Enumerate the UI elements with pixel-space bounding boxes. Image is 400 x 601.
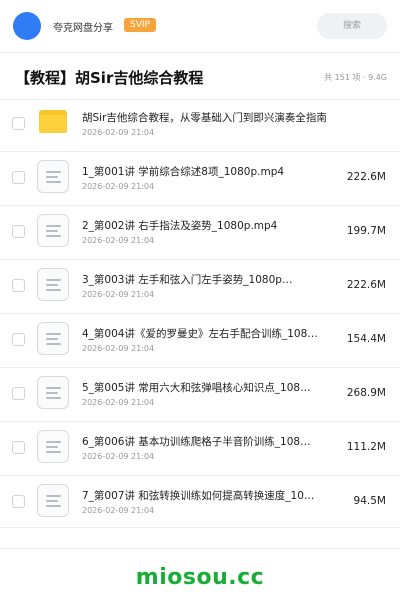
item-date: 2026-02-09 21:04 xyxy=(82,182,155,191)
select-checkbox[interactable] xyxy=(12,441,25,454)
page-title: 【教程】胡Sir吉他综合教程 xyxy=(15,69,204,87)
item-size: 268.9M xyxy=(346,387,386,399)
select-checkbox[interactable] xyxy=(12,333,25,346)
item-name: 6_第006讲 基本功训练爬格子半音阶训练_108… xyxy=(82,436,311,448)
video-file-icon xyxy=(37,160,69,193)
item-name: 3_第003讲 左手和弦入门左手姿势_1080p… xyxy=(82,274,293,286)
item-date: 2026-02-09 21:04 xyxy=(82,236,155,245)
list-item[interactable]: 4_第004讲《爱的罗曼史》左右手配合训练_108… 2026-02-09 21… xyxy=(0,314,400,368)
list-item[interactable]: 3_第003讲 左手和弦入门左手姿势_1080p… 2026-02-09 21:… xyxy=(0,260,400,314)
item-size: 222.6M xyxy=(346,171,386,183)
video-file-icon xyxy=(37,214,69,247)
select-checkbox[interactable] xyxy=(12,171,25,184)
item-date: 2026-02-09 21:04 xyxy=(82,290,155,299)
select-checkbox[interactable] xyxy=(12,387,25,400)
list-item[interactable]: 5_第005讲 常用六大和弦弹唱核心知识点_108… 2026-02-09 21… xyxy=(0,368,400,422)
item-date: 2026-02-09 21:04 xyxy=(82,398,155,407)
list-item[interactable]: 胡Sir吉他综合教程，从零基础入门到即兴演奏全指南 2026-02-09 21:… xyxy=(0,98,400,152)
watermark: miosou.cc xyxy=(135,565,265,590)
select-checkbox[interactable] xyxy=(12,117,25,130)
item-date: 2026-02-09 21:04 xyxy=(82,452,155,461)
list-item[interactable]: 1_第001讲 学前综合综述8项_1080p.mp4 2026-02-09 21… xyxy=(0,152,400,206)
item-name: 7_第007讲 和弦转换训练如何提高转换速度_10… xyxy=(82,490,315,502)
footer: miosou.cc xyxy=(0,548,400,601)
item-size: 199.7M xyxy=(346,225,386,237)
top-bar: 夸克网盘分享 SVIP 搜索 xyxy=(0,0,400,53)
video-file-icon xyxy=(37,430,69,463)
video-file-icon xyxy=(37,484,69,517)
select-checkbox[interactable] xyxy=(12,495,25,508)
list-item[interactable]: 6_第006讲 基本功训练爬格子半音阶训练_108… 2026-02-09 21… xyxy=(0,422,400,476)
item-size: 94.5M xyxy=(353,495,386,507)
item-name: 胡Sir吉他综合教程，从零基础入门到即兴演奏全指南 xyxy=(82,112,327,124)
video-file-icon xyxy=(37,322,69,355)
item-name: 2_第002讲 右手指法及姿势_1080p.mp4 xyxy=(82,220,278,232)
item-date: 2026-02-09 21:04 xyxy=(82,128,155,137)
video-file-icon xyxy=(37,268,69,301)
svip-badge: SVIP xyxy=(124,18,156,32)
item-name: 1_第001讲 学前综合综述8项_1080p.mp4 xyxy=(82,166,285,178)
item-date: 2026-02-09 21:04 xyxy=(82,506,155,515)
file-list: 胡Sir吉他综合教程，从零基础入门到即兴演奏全指南 2026-02-09 21:… xyxy=(0,98,400,528)
item-size: 111.2M xyxy=(346,441,386,453)
video-file-icon xyxy=(37,376,69,409)
item-date: 2026-02-09 21:04 xyxy=(82,344,155,353)
item-name: 5_第005讲 常用六大和弦弹唱核心知识点_108… xyxy=(82,382,311,394)
item-name: 4_第004讲《爱的罗曼史》左右手配合训练_108… xyxy=(82,328,318,340)
search-button[interactable]: 搜索 xyxy=(317,13,387,39)
item-size: 154.4M xyxy=(346,333,386,345)
select-checkbox[interactable] xyxy=(12,225,25,238)
item-count: 共 151 项 · 9.4G xyxy=(324,73,387,82)
share-title-bar: 【教程】胡Sir吉他综合教程 共 151 项 · 9.4G xyxy=(0,53,400,100)
item-size: 222.6M xyxy=(346,279,386,291)
list-item[interactable]: 7_第007讲 和弦转换训练如何提高转换速度_10… 2026-02-09 21… xyxy=(0,476,400,528)
folder-icon xyxy=(39,110,67,133)
list-item[interactable]: 2_第002讲 右手指法及姿势_1080p.mp4 2026-02-09 21:… xyxy=(0,206,400,260)
avatar[interactable] xyxy=(13,12,41,40)
brand-name: 夸克网盘分享 xyxy=(53,23,113,34)
select-checkbox[interactable] xyxy=(12,279,25,292)
